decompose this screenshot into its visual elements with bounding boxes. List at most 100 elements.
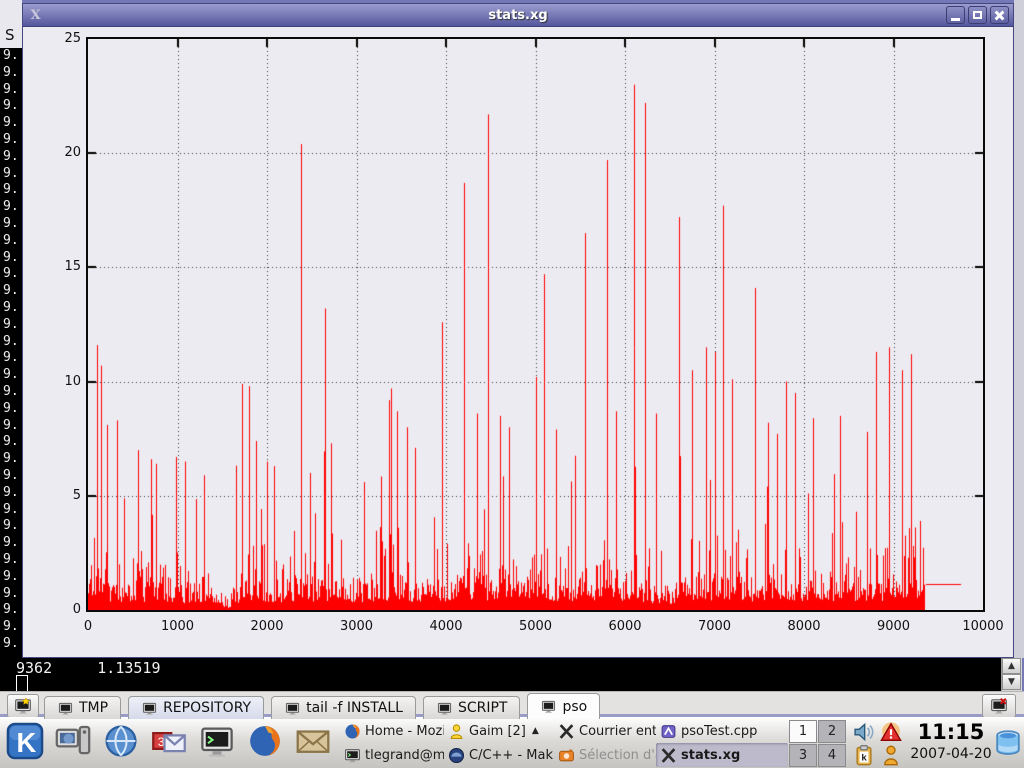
- y-tick-label: 20: [31, 145, 81, 160]
- system-launcher[interactable]: [52, 722, 94, 764]
- desktop-pager: 1234: [789, 720, 845, 767]
- x-tick-label: 3000: [327, 619, 387, 634]
- task-button-courrier-entr[interactable]: Courrier entr: [554, 719, 656, 743]
- kontact-launcher[interactable]: 3: [148, 722, 190, 764]
- terminal-line-fragment: 9.: [0, 636, 22, 653]
- terminal-line-fragment: 9.: [0, 233, 22, 250]
- x-tick-label: 5000: [506, 619, 566, 634]
- task-button-tlegrand-ma[interactable]: tlegrand@ma: [340, 743, 444, 767]
- terminal-line-fragment: 9.: [0, 149, 22, 166]
- terminal-line-fragment: 9.: [0, 98, 22, 115]
- terminal-line-fragment: 9.: [0, 132, 22, 149]
- task-button-s-lection-d-a[interactable]: Sélection d'a: [554, 743, 656, 767]
- eclipse-icon: [448, 747, 465, 764]
- tray-volume-icon[interactable]: [850, 720, 877, 743]
- terminal-line-fragment: 9.: [0, 552, 22, 569]
- terminal-line-fragment: 9.: [0, 199, 22, 216]
- firefox-icon: [344, 723, 361, 740]
- terminal-line-fragment: 9.: [0, 65, 22, 82]
- task-button-home-mozill[interactable]: Home - Mozill: [340, 719, 444, 743]
- konsole-launcher[interactable]: [196, 722, 238, 764]
- monitor-icon: [57, 701, 74, 716]
- terminal-line-fragment: 9.: [0, 586, 22, 603]
- monitor-icon: [436, 701, 453, 716]
- tray-alert-icon[interactable]: [877, 720, 904, 743]
- terminal-line-fragment: 9.: [0, 468, 22, 485]
- x-tick-label: 10000: [953, 619, 1013, 634]
- terminal-line-fragment: 9.: [0, 535, 22, 552]
- scroll-up-button[interactable]: ▲: [1002, 658, 1021, 674]
- session-tab-label: tail -f INSTALL: [306, 700, 403, 716]
- maximize-button[interactable]: [968, 6, 987, 24]
- xapp-icon: [660, 747, 677, 764]
- close-icon: [994, 10, 1005, 21]
- minimize-icon: [951, 18, 960, 21]
- terminal-line-fragment: 9.: [0, 451, 22, 468]
- task-label: C/C++ - Mak: [469, 748, 553, 763]
- pager-desktop-1[interactable]: 1: [789, 720, 817, 743]
- kmail-launcher[interactable]: [292, 722, 334, 764]
- terminal-line-fragment: 9.: [0, 502, 22, 519]
- firefox-launcher[interactable]: [244, 722, 286, 764]
- konsole-icon: [344, 747, 361, 764]
- scroll-down-button[interactable]: ▼: [1002, 674, 1021, 690]
- xgraph-window: X stats.xg 0510152025 010002000300040005…: [22, 3, 1014, 658]
- pager-desktop-2[interactable]: 2: [818, 720, 846, 743]
- terminal-line-fragment: 9.: [0, 216, 22, 233]
- desktop-terminal-icon: [0, 0, 22, 22]
- konqueror-launcher[interactable]: [100, 722, 142, 764]
- task-button-stats-xg[interactable]: stats.xg: [656, 743, 788, 767]
- chevron-up-icon[interactable]: ▲: [532, 726, 539, 736]
- tray-buddy-icon[interactable]: [877, 743, 904, 766]
- session-tab-pso[interactable]: pso: [527, 693, 600, 719]
- task-button-c-c-mak[interactable]: C/C++ - Mak: [444, 743, 554, 767]
- close-button[interactable]: [990, 6, 1009, 24]
- konsole-left-fragment[interactable]: 9.9.9.9.9.9.9.9.9.9.9.9.9.9.9.9.9.9.9.9.…: [0, 48, 22, 658]
- plot-canvas[interactable]: [88, 39, 983, 610]
- kicker-taskbar: K 3 Home - Mozill Gaim [2] ▲ Courrier entrps…: [0, 717, 1024, 768]
- task-label: Sélection d'a: [579, 748, 656, 763]
- konsole-icon: [199, 723, 235, 763]
- system-tray: k: [850, 720, 908, 767]
- terminal-line-fragment: 9.: [0, 569, 22, 586]
- right-window-frame: [1014, 0, 1024, 658]
- session-tab-tmp[interactable]: TMP: [44, 696, 121, 719]
- task-button-gaim-2-[interactable]: Gaim [2] ▲: [444, 719, 554, 743]
- task-label: Gaim [2]: [469, 724, 526, 739]
- terminal-scrollbar[interactable]: ▲ ▼: [1001, 658, 1022, 691]
- pager-desktop-3[interactable]: 3: [789, 744, 817, 767]
- plot-frame: [86, 37, 985, 612]
- gaim-icon: [448, 723, 465, 740]
- terminal-line-fragment: 9.: [0, 350, 22, 367]
- y-tick-label: 5: [31, 488, 81, 503]
- minimize-button[interactable]: [946, 6, 965, 24]
- monitor-icon: [284, 701, 301, 716]
- kate-icon: [660, 723, 677, 740]
- konsole-terminal-area[interactable]: 9362 1.13519: [0, 658, 1001, 691]
- titlebar[interactable]: X stats.xg: [23, 4, 1013, 27]
- terminal-line-fragment: 9.: [0, 619, 22, 636]
- session-tab-script[interactable]: SCRIPT: [423, 696, 521, 719]
- x-tick-label: 6000: [595, 619, 655, 634]
- session-tab-tail-f-install[interactable]: tail -f INSTALL: [271, 696, 416, 719]
- new-session-button[interactable]: [7, 694, 39, 718]
- terminal-line-fragment: 9.: [0, 182, 22, 199]
- x-tick-label: 2000: [237, 619, 297, 634]
- session-tab-repository[interactable]: REPOSITORY: [128, 696, 264, 719]
- monitor-icon: [540, 699, 557, 714]
- task-button-psotest-cpp[interactable]: psoTest.cpp: [656, 719, 788, 743]
- session-tab-label: REPOSITORY: [163, 700, 251, 716]
- trash-applet[interactable]: [994, 722, 1022, 764]
- kmenu-button[interactable]: K: [4, 722, 46, 764]
- window-x-icon[interactable]: X: [28, 8, 43, 23]
- pager-desktop-4[interactable]: 4: [818, 744, 846, 767]
- task-label: stats.xg: [681, 748, 740, 763]
- terminal-line-fragment: 9.: [0, 82, 22, 99]
- tray-klipper-icon[interactable]: k: [850, 743, 877, 766]
- svg-text:k: k: [861, 752, 867, 763]
- session-tab-label: TMP: [79, 700, 108, 716]
- terminal-cursor: [16, 675, 28, 692]
- clock-applet[interactable]: 11:15 2007-04-20: [908, 720, 994, 767]
- close-session-button[interactable]: [982, 694, 1016, 718]
- y-tick-label: 15: [31, 259, 81, 274]
